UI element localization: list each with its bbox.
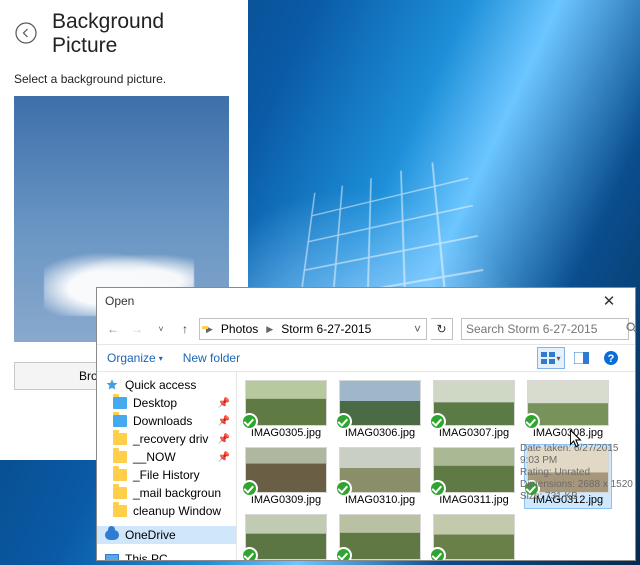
file-name: IMAG0309.jpg bbox=[251, 494, 321, 506]
sync-check-icon bbox=[429, 413, 446, 430]
sync-check-icon bbox=[523, 480, 540, 497]
folder-icon bbox=[113, 397, 127, 409]
file-item[interactable]: IMAG0308.jpg bbox=[525, 378, 611, 441]
search-box[interactable] bbox=[461, 318, 629, 340]
file-name: IMAG0310.jpg bbox=[345, 494, 415, 506]
file-open-dialog: Open ✕ ← → ˅ ↑ ▶ Photos ▶ Storm 6-27-201… bbox=[96, 287, 636, 561]
file-item[interactable]: IMAG0311.jpg bbox=[431, 445, 517, 508]
sync-check-icon bbox=[335, 547, 352, 560]
file-thumbnail bbox=[433, 514, 515, 560]
pc-icon bbox=[105, 554, 119, 560]
file-thumbnail bbox=[245, 447, 327, 493]
chevron-down-icon[interactable]: ˅ bbox=[411, 322, 424, 336]
file-item[interactable]: IMAG0309.jpg bbox=[243, 445, 329, 508]
chevron-right-icon[interactable]: ▶ bbox=[264, 324, 275, 335]
pin-icon: 📌 bbox=[218, 434, 230, 445]
tree-downloads[interactable]: Downloads📌 bbox=[97, 412, 236, 430]
file-name: IMAG0306.jpg bbox=[345, 427, 415, 439]
search-icon[interactable] bbox=[625, 321, 638, 337]
chevron-down-icon: ▾ bbox=[556, 354, 560, 363]
search-input[interactable] bbox=[466, 322, 621, 336]
tree-onedrive[interactable]: OneDrive bbox=[97, 526, 236, 544]
sync-check-icon bbox=[335, 413, 352, 430]
sync-check-icon bbox=[429, 480, 446, 497]
dialog-title: Open bbox=[105, 294, 134, 308]
nav-back-icon[interactable]: ← bbox=[103, 319, 123, 339]
navigation-tree: Quick access Desktop📌 Downloads📌 _recove… bbox=[97, 372, 237, 560]
address-bar[interactable]: ▶ Photos ▶ Storm 6-27-2015 ˅ bbox=[199, 318, 427, 340]
help-button[interactable]: ? bbox=[597, 347, 625, 369]
sync-check-icon bbox=[523, 413, 540, 430]
file-thumbnail bbox=[245, 514, 327, 560]
folder-icon bbox=[113, 469, 127, 481]
cloud-icon bbox=[105, 530, 119, 540]
folder-icon bbox=[113, 433, 127, 445]
panel-subtitle: Select a background picture. bbox=[14, 72, 234, 86]
file-item[interactable]: IMAG0314.jpg bbox=[337, 512, 423, 560]
breadcrumb-seg[interactable]: Storm 6-27-2015 bbox=[277, 322, 375, 336]
pin-icon: 📌 bbox=[218, 416, 230, 427]
new-folder-button[interactable]: New folder bbox=[183, 351, 240, 365]
file-thumbnail bbox=[527, 380, 609, 426]
file-name: IMAG0308.jpg bbox=[533, 427, 603, 439]
file-item[interactable]: IMAG0307.jpg bbox=[431, 378, 517, 441]
organize-button[interactable]: Organize ▾ bbox=[107, 351, 163, 365]
file-thumbnail bbox=[433, 447, 515, 493]
panel-title: Background Picture bbox=[52, 10, 234, 58]
tree-quick-access[interactable]: Quick access bbox=[97, 376, 236, 394]
pin-icon: 📌 bbox=[218, 398, 230, 409]
folder-icon bbox=[113, 415, 127, 427]
nav-recent-icon[interactable]: ˅ bbox=[151, 319, 171, 339]
nav-forward-icon[interactable]: → bbox=[127, 319, 147, 339]
file-item[interactable]: IMAG0313.jpg bbox=[243, 512, 329, 560]
file-thumbnail bbox=[433, 380, 515, 426]
file-name: IMAG0305.jpg bbox=[251, 427, 321, 439]
file-name: IMAG0312.jpg bbox=[533, 494, 603, 506]
file-thumbnail bbox=[339, 380, 421, 426]
file-item[interactable]: IMAG0306.jpg bbox=[337, 378, 423, 441]
file-name: IMAG0311.jpg bbox=[439, 494, 509, 506]
folder-icon bbox=[113, 505, 127, 517]
chevron-down-icon: ▾ bbox=[159, 354, 163, 363]
tree-cleanup[interactable]: cleanup Window bbox=[97, 502, 236, 520]
breadcrumb-seg[interactable]: Photos bbox=[217, 322, 262, 336]
refresh-icon[interactable]: ↻ bbox=[431, 318, 453, 340]
file-item[interactable]: IMAG0310.jpg bbox=[337, 445, 423, 508]
back-icon[interactable] bbox=[14, 21, 38, 48]
file-item[interactable]: IMAG0312.jpg bbox=[525, 445, 611, 508]
file-item[interactable]: IMAG0305.jpg bbox=[243, 378, 329, 441]
tree-desktop[interactable]: Desktop📌 bbox=[97, 394, 236, 412]
sync-check-icon bbox=[241, 413, 258, 430]
sync-check-icon bbox=[241, 547, 258, 560]
folder-icon bbox=[113, 487, 127, 499]
file-thumbnail bbox=[527, 447, 609, 493]
sync-check-icon bbox=[335, 480, 352, 497]
sync-check-icon bbox=[429, 547, 446, 560]
file-name: IMAG0307.jpg bbox=[439, 427, 509, 439]
pin-icon: 📌 bbox=[218, 452, 230, 463]
svg-text:?: ? bbox=[608, 353, 615, 365]
tree-now[interactable]: __NOW📌 bbox=[97, 448, 236, 466]
tree-recovery[interactable]: _recovery driv📌 bbox=[97, 430, 236, 448]
file-grid: IMAG0305.jpg IMAG0306.jpg IMAG0307.jpg IMAG… bbox=[237, 372, 635, 560]
close-icon[interactable]: ✕ bbox=[591, 292, 627, 310]
tree-this-pc[interactable]: This PC bbox=[97, 550, 236, 560]
preview-pane-button[interactable] bbox=[567, 347, 595, 369]
file-item[interactable]: IMAG0315.jpg bbox=[431, 512, 517, 560]
view-thumbnails-button[interactable]: ▾ bbox=[537, 347, 565, 369]
tree-file-history[interactable]: _File History bbox=[97, 466, 236, 484]
folder-icon bbox=[113, 451, 127, 463]
file-thumbnail bbox=[245, 380, 327, 426]
file-thumbnail bbox=[339, 514, 421, 560]
sync-check-icon bbox=[241, 480, 258, 497]
tree-mail-bg[interactable]: _mail backgroun bbox=[97, 484, 236, 502]
file-thumbnail bbox=[339, 447, 421, 493]
nav-up-icon[interactable]: ↑ bbox=[175, 319, 195, 339]
